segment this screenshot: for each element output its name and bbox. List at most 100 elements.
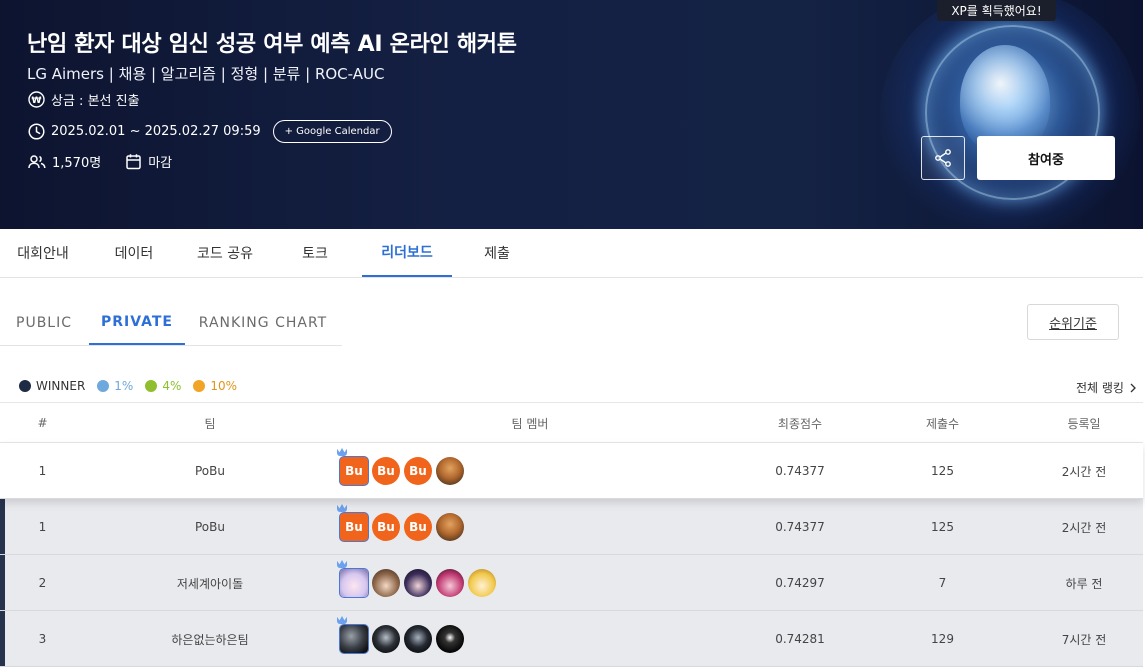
row-team-name[interactable]: PoBu bbox=[85, 499, 335, 555]
avatar[interactable] bbox=[404, 569, 432, 597]
row-rank: 1 bbox=[38, 464, 47, 478]
row-rank: 2 bbox=[38, 576, 47, 590]
header-submissions: 제출수 bbox=[925, 416, 960, 431]
legend-1pct: 1% bbox=[97, 379, 133, 393]
avatar[interactable] bbox=[372, 569, 400, 597]
legend-label: 1% bbox=[114, 379, 134, 393]
xp-toast: XP를 획득했어요! bbox=[937, 0, 1056, 21]
svg-text:₩: ₩ bbox=[32, 96, 42, 106]
won-coin-icon: ₩ bbox=[28, 91, 45, 108]
people-icon bbox=[28, 154, 46, 168]
join-button[interactable]: 참여중 bbox=[977, 136, 1115, 180]
row-submissions: 129 bbox=[931, 632, 954, 646]
tab-data[interactable]: 데이터 bbox=[96, 229, 172, 277]
competition-tags: LG Aimers | 채용 | 알고리즘 | 정형 | 분류 | ROC-AU… bbox=[27, 65, 385, 83]
rank-legend: WINNER 1% 4% 10% bbox=[19, 379, 249, 393]
share-icon bbox=[935, 149, 951, 167]
row-score: 0.74281 bbox=[775, 632, 825, 646]
row-date: 2시간 전 bbox=[1061, 520, 1107, 535]
share-button[interactable] bbox=[921, 136, 965, 180]
tab-ranking-chart[interactable]: RANKING CHART bbox=[192, 300, 334, 345]
legend-10pct: 10% bbox=[193, 379, 237, 393]
table-row-my-team[interactable]: 1 PoBu Bu Bu Bu 0.74377 125 2시간 전 bbox=[0, 443, 1143, 499]
avatar[interactable] bbox=[436, 569, 464, 597]
header-team: 팀 bbox=[204, 416, 216, 431]
avatar[interactable] bbox=[436, 625, 464, 653]
leaderboard-header: # 팀 팀 멤버 최종점수 제출수 등록일 bbox=[0, 402, 1143, 443]
prize-row: ₩ 상금 : 본선 진출 bbox=[28, 90, 140, 109]
legend-dot bbox=[145, 380, 158, 392]
full-ranking-label: 전체 랭킹 bbox=[1076, 381, 1124, 395]
row-submissions: 125 bbox=[931, 464, 954, 478]
competition-status: 마감 bbox=[125, 152, 172, 171]
legend-winner: WINNER bbox=[19, 379, 85, 393]
avatar[interactable] bbox=[340, 569, 368, 597]
row-score: 0.74377 bbox=[775, 464, 825, 478]
meta-row: 1,570명 마감 bbox=[28, 152, 196, 171]
avatar[interactable]: Bu bbox=[340, 457, 368, 485]
tab-code-share[interactable]: 코드 공유 bbox=[182, 229, 268, 277]
row-date: 2시간 전 bbox=[1061, 464, 1107, 479]
participants-text: 1,570명 bbox=[52, 156, 102, 171]
avatar[interactable]: Bu bbox=[404, 513, 432, 541]
leaderboard-sub-tabs: PUBLIC PRIVATE RANKING CHART bbox=[0, 300, 342, 346]
row-date: 하루 전 bbox=[1065, 576, 1103, 591]
table-row[interactable]: 1 PoBu Bu Bu Bu 0.74377 125 2시간 전 bbox=[0, 499, 1143, 555]
row-team-name[interactable]: 저세계아이돌 bbox=[85, 555, 335, 611]
row-date: 7시간 전 bbox=[1061, 632, 1107, 647]
avatar[interactable]: Bu bbox=[404, 457, 432, 485]
legend-dot bbox=[193, 380, 206, 392]
period-text: 2025.02.01 ~ 2025.02.27 09:59 bbox=[51, 124, 261, 139]
row-rank: 1 bbox=[38, 520, 47, 534]
header-date: 등록일 bbox=[1067, 416, 1101, 431]
calendar-icon bbox=[126, 154, 141, 170]
tab-talk[interactable]: 토크 bbox=[280, 229, 350, 277]
main-tab-bar: 대회안내 데이터 코드 공유 토크 리더보드 제출 bbox=[0, 229, 1143, 278]
avatar[interactable] bbox=[404, 625, 432, 653]
row-score: 0.74297 bbox=[775, 576, 825, 590]
row-rank: 3 bbox=[38, 632, 47, 646]
legend-label: 10% bbox=[210, 379, 238, 393]
avatar[interactable] bbox=[340, 625, 368, 653]
tab-public[interactable]: PUBLIC bbox=[0, 300, 88, 345]
row-members: Bu Bu Bu bbox=[340, 443, 720, 499]
row-team-name[interactable]: PoBu bbox=[85, 443, 335, 499]
tab-private[interactable]: PRIVATE bbox=[89, 300, 185, 345]
avatar[interactable]: Bu bbox=[372, 513, 400, 541]
table-row[interactable]: 3 하은없는하은팀 0.74281 129 7시간 전 bbox=[0, 611, 1143, 667]
header-members: 팀 멤버 bbox=[511, 416, 549, 431]
clock-icon bbox=[28, 123, 45, 140]
chevron-right-icon bbox=[1130, 383, 1136, 392]
legend-dot bbox=[19, 380, 31, 392]
google-calendar-button[interactable]: + Google Calendar bbox=[272, 120, 392, 143]
avatar[interactable]: Bu bbox=[340, 513, 368, 541]
tab-leaderboard[interactable]: 리더보드 bbox=[362, 229, 452, 277]
participants-count: 1,570명 bbox=[28, 152, 101, 171]
header-rank: # bbox=[37, 416, 48, 430]
avatar[interactable]: Bu bbox=[372, 457, 400, 485]
row-score: 0.74377 bbox=[775, 520, 825, 534]
table-row[interactable]: 2 저세계아이돌 0.74297 7 하루 전 bbox=[0, 555, 1143, 611]
avatar[interactable] bbox=[436, 457, 464, 485]
legend-label: 4% bbox=[162, 379, 182, 393]
legend-4pct: 4% bbox=[145, 379, 181, 393]
row-members bbox=[340, 611, 720, 667]
avatar[interactable] bbox=[468, 569, 496, 597]
row-team-name[interactable]: 하은없는하은팀 bbox=[85, 611, 335, 667]
legend-dot bbox=[97, 380, 110, 392]
ranking-criteria-button[interactable]: 순위기준 bbox=[1027, 304, 1119, 340]
tab-submit[interactable]: 제출 bbox=[462, 229, 532, 277]
row-submissions: 7 bbox=[938, 576, 947, 590]
status-text: 마감 bbox=[148, 156, 173, 171]
competition-title: 난임 환자 대상 임신 성공 여부 예측 AI 온라인 해커톤 bbox=[27, 32, 517, 57]
avatar[interactable] bbox=[436, 513, 464, 541]
header-score: 최종점수 bbox=[777, 416, 823, 431]
row-members bbox=[340, 555, 720, 611]
avatar[interactable] bbox=[372, 625, 400, 653]
prize-text: 상금 : 본선 진출 bbox=[51, 94, 140, 109]
row-members: Bu Bu Bu bbox=[340, 499, 720, 555]
full-ranking-link[interactable]: 전체 랭킹 bbox=[1076, 379, 1139, 396]
row-submissions: 125 bbox=[931, 520, 954, 534]
period-row: 2025.02.01 ~ 2025.02.27 09:59 + Google C… bbox=[28, 120, 392, 143]
tab-overview[interactable]: 대회안내 bbox=[0, 229, 86, 277]
